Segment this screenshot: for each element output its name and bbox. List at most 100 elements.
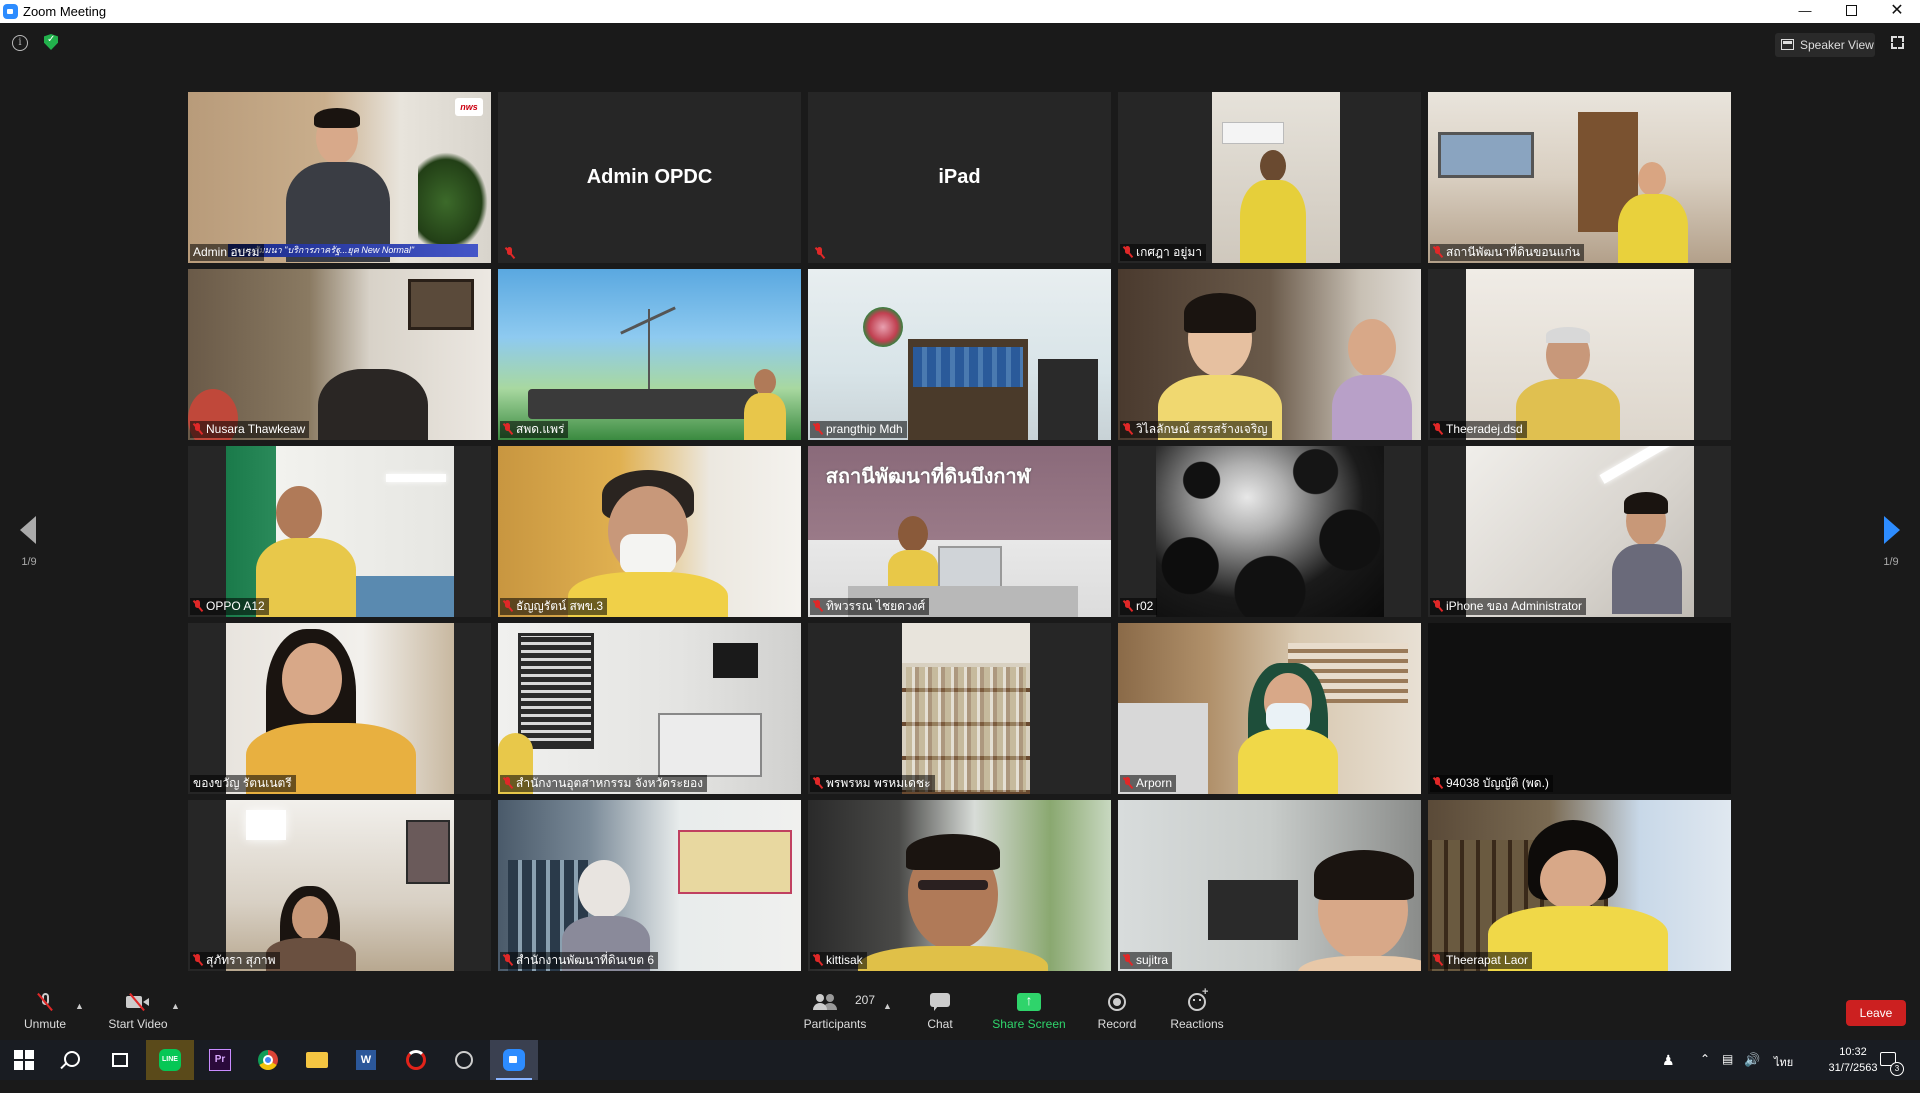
video-tile[interactable]: Theeradej.dsd — [1428, 269, 1731, 440]
taskbar-zoom-app[interactable] — [490, 1040, 538, 1080]
taskbar-file-explorer-app[interactable] — [293, 1040, 341, 1080]
participants-button[interactable]: 207 Participants — [795, 985, 875, 1040]
video-tile[interactable]: สุภัทรา สุภาพ — [188, 800, 491, 971]
video-tile[interactable]: 94038 บัญญัติ (พด.) — [1428, 623, 1731, 794]
video-gallery: nws ระบบสัมมนา "บริการภาครัฐ...ยุค New N… — [188, 92, 1732, 972]
word-icon: W — [356, 1050, 376, 1070]
muted-mic-icon — [1433, 954, 1442, 966]
participants-options-chevron-icon[interactable]: ▲ — [883, 1001, 892, 1011]
taskbar-browser-app[interactable] — [440, 1040, 488, 1080]
volume-icon[interactable]: 🔊 — [1744, 1052, 1760, 1092]
video-tile[interactable]: kittisak — [808, 800, 1111, 971]
participant-name: prangthip Mdh — [810, 421, 907, 438]
video-tile[interactable]: สำนักงานอุตสาหกรรม จังหวัดระยอง — [498, 623, 801, 794]
reactions-button[interactable]: Reactions — [1162, 985, 1232, 1040]
file-explorer-icon — [306, 1052, 328, 1068]
muted-mic-icon — [1123, 246, 1132, 258]
video-tile[interactable]: sujitra — [1118, 800, 1421, 971]
chat-button[interactable]: Chat — [910, 985, 970, 1040]
video-tile[interactable]: Admin OPDC — [498, 92, 801, 263]
start-video-button[interactable]: Start Video — [98, 985, 178, 1040]
share-screen-button[interactable]: Share Screen — [988, 985, 1070, 1040]
video-tile[interactable]: สำนักงานพัฒนาที่ดินเขต 6 — [498, 800, 801, 971]
video-tile[interactable]: Arporn — [1118, 623, 1421, 794]
video-tile[interactable]: OPPO A12 — [188, 446, 491, 617]
close-button[interactable]: ✕ — [1874, 0, 1920, 23]
speaker-view-button[interactable]: Speaker View — [1775, 33, 1875, 57]
task-view-button[interactable] — [96, 1040, 144, 1080]
zoom-icon — [503, 1049, 525, 1071]
participant-name: สำนักงานพัฒนาที่ดินเขต 6 — [500, 952, 659, 969]
participant-name: Admin อบรม — [190, 244, 264, 261]
participant-name: Arporn — [1120, 775, 1177, 792]
video-tile[interactable]: nws ระบบสัมมนา "บริการภาครัฐ...ยุค New N… — [188, 92, 491, 263]
input-language-indicator[interactable]: ไทย — [1774, 1053, 1793, 1093]
network-icon[interactable]: ▤ — [1722, 1052, 1733, 1092]
participant-name: 94038 บัญญัติ (พด.) — [1430, 775, 1553, 792]
participant-video — [188, 269, 491, 440]
participant-name: ธัญญรัตน์ สพข.3 — [500, 598, 607, 615]
show-hidden-icons-chevron-icon[interactable]: ⌃ — [1700, 1052, 1710, 1092]
browser-globe-icon — [455, 1051, 473, 1069]
broadcast-lower-third: ระบบสัมมนา "บริการภาครัฐ...ยุค New Norma… — [228, 244, 478, 257]
muted-mic-icon — [1123, 423, 1132, 435]
participant-name: sujitra — [1120, 952, 1173, 969]
video-tile[interactable]: ธัญญรัตน์ สพข.3 — [498, 446, 801, 617]
participant-video — [1428, 623, 1731, 794]
video-tile[interactable]: Theerapat Laor — [1428, 800, 1731, 971]
muted-mic-icon — [503, 423, 512, 435]
taskbar-creative-cloud-app[interactable] — [392, 1040, 440, 1080]
previous-page-icon[interactable] — [20, 516, 36, 544]
tv-channel-logo: nws — [455, 98, 483, 116]
muted-mic-icon — [503, 954, 512, 966]
participant-video — [498, 623, 801, 794]
chrome-icon — [258, 1050, 278, 1070]
start-button[interactable] — [0, 1040, 48, 1080]
audio-options-chevron-icon[interactable]: ▲ — [75, 1001, 84, 1011]
taskbar-chrome-app[interactable] — [244, 1040, 292, 1080]
participant-name: สุภัทรา สุภาพ — [190, 952, 280, 969]
search-button[interactable] — [48, 1040, 96, 1080]
window-title-bar: Zoom Meeting — ✕ — [0, 0, 1920, 23]
encryption-shield-icon[interactable] — [44, 34, 58, 50]
next-page-icon[interactable] — [1884, 516, 1900, 544]
participant-video — [498, 269, 801, 440]
participant-video — [1466, 446, 1694, 617]
taskbar-word-app[interactable]: W — [342, 1040, 390, 1080]
muted-mic-icon — [1123, 600, 1132, 612]
taskbar-clock[interactable]: 10:32 31/7/2563 — [1818, 1044, 1888, 1076]
minimize-button[interactable]: — — [1782, 0, 1828, 23]
people-tray-icon[interactable]: ♟ — [1662, 1052, 1675, 1092]
participant-video — [1156, 446, 1384, 617]
windows-start-icon — [14, 1050, 34, 1070]
participant-video — [226, 800, 454, 971]
video-tile[interactable]: สถานีพัฒนาที่ดินบึงกาฬ ทิพวรรณ ไชยดวงศ์ — [808, 446, 1111, 617]
record-button[interactable]: Record — [1087, 985, 1147, 1040]
meeting-info-icon[interactable]: i — [12, 35, 28, 51]
participant-name: สถานีพัฒนาที่ดินขอนแก่น — [1430, 244, 1584, 261]
video-tile[interactable]: prangthip Mdh — [808, 269, 1111, 440]
fullscreen-icon[interactable] — [1891, 36, 1904, 49]
video-tile[interactable]: สพด.แพร่ — [498, 269, 801, 440]
video-tile[interactable]: Nusara Thawkeaw — [188, 269, 491, 440]
taskbar-line-app[interactable]: LINE — [146, 1040, 194, 1080]
video-off-icon — [126, 993, 150, 1009]
taskbar-premiere-app[interactable]: Pr — [196, 1040, 244, 1080]
video-tile[interactable]: iPhone ของ Administrator — [1428, 446, 1731, 617]
restore-button[interactable] — [1828, 0, 1874, 23]
leave-button[interactable]: Leave — [1846, 1000, 1906, 1026]
clock-time: 10:32 — [1839, 1046, 1867, 1058]
video-tile[interactable]: เกศฎา อยู่มา — [1118, 92, 1421, 263]
video-tile[interactable]: วิไลลักษณ์ สรรสร้างเจริญ — [1118, 269, 1421, 440]
video-tile[interactable]: พรพรหม พรหมเดชะ — [808, 623, 1111, 794]
video-tile[interactable]: r02 — [1118, 446, 1421, 617]
video-tile[interactable]: iPad — [808, 92, 1111, 263]
participant-video — [498, 800, 801, 971]
muted-mic-icon — [503, 600, 512, 612]
muted-mic-icon — [1433, 777, 1442, 789]
video-tile[interactable]: สถานีพัฒนาที่ดินขอนแก่น — [1428, 92, 1731, 263]
video-options-chevron-icon[interactable]: ▲ — [171, 1001, 180, 1011]
video-tile[interactable]: ของขวัญ รัตนเนตรี — [188, 623, 491, 794]
participant-name: r02 — [1120, 598, 1158, 615]
unmute-button[interactable]: Unmute — [15, 985, 75, 1040]
